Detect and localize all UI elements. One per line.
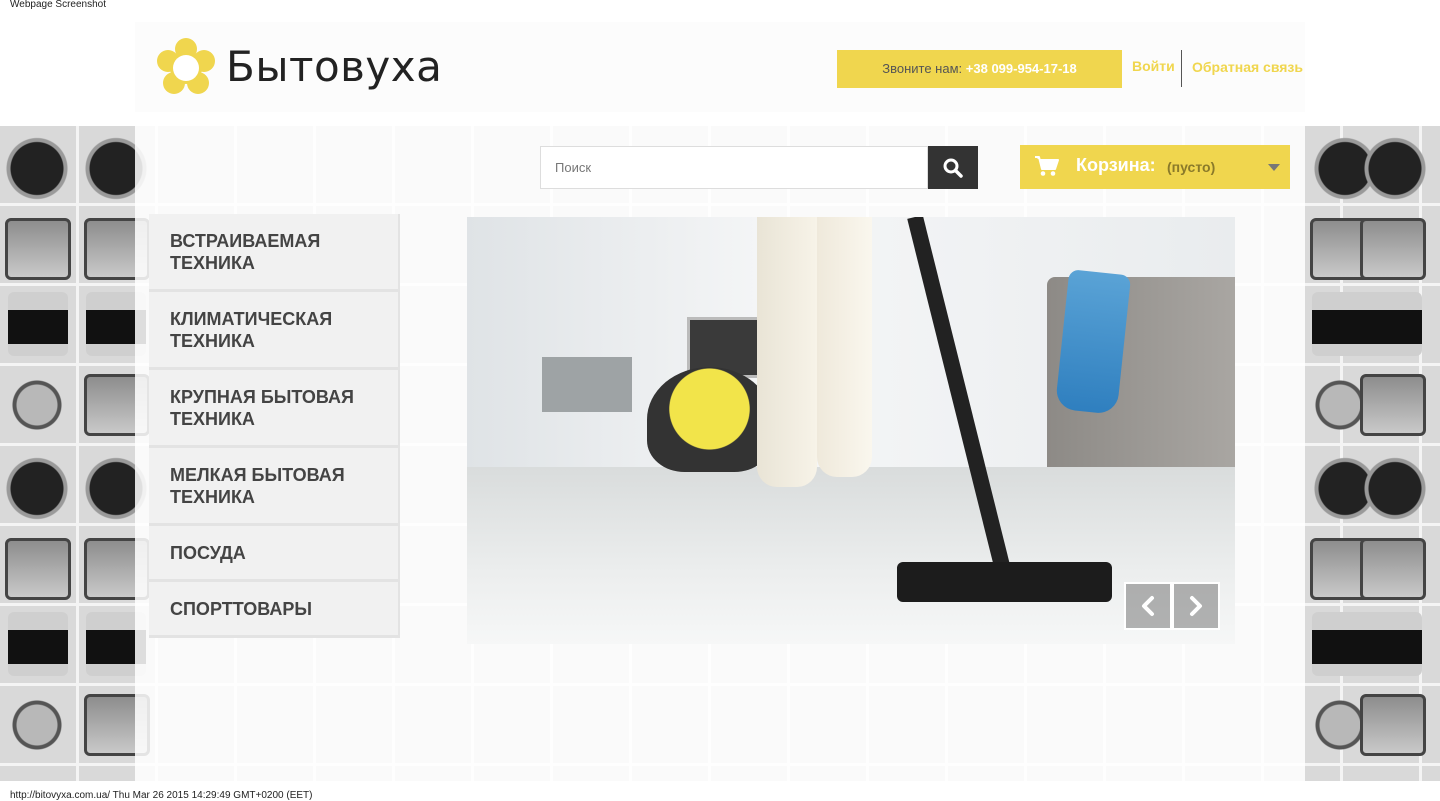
menu-item-sports[interactable]: Спорттовары [149, 582, 400, 638]
pan-image [2, 690, 72, 760]
hero-slider[interactable] [467, 217, 1235, 644]
category-menu: Встраиваемая техника Климатическая техника… [149, 214, 400, 638]
search-icon [943, 158, 963, 178]
menu-item-label: Мелкая бытовая [170, 464, 345, 485]
cart-label: Корзина: [1076, 155, 1156, 175]
phone-banner: Звоните нам: +38 099-954-17-18 [837, 50, 1122, 88]
menu-item-label: техника [170, 330, 255, 351]
microwave-image [1360, 218, 1426, 280]
menu-item-climate[interactable]: Климатическая техника [149, 292, 400, 370]
cart-button[interactable]: Корзина: (пусто) [1020, 145, 1290, 189]
logo-text[interactable]: Бытовуха [226, 40, 442, 94]
slide-person [757, 217, 817, 487]
menu-item-label: Встраиваемая [170, 230, 321, 251]
phone-label: Звоните нам: [882, 61, 963, 76]
menu-item-dishes[interactable]: Посуда [149, 526, 400, 582]
menu-item-label: техника [170, 408, 255, 429]
menu-item-label: Климатическая [170, 308, 333, 329]
slide-floor [467, 467, 1235, 644]
kettle-image [2, 450, 72, 520]
microwave-image [1360, 538, 1426, 600]
pan-image [2, 370, 72, 440]
search-button[interactable] [928, 146, 978, 189]
menu-item-label: Спорттовары [170, 598, 312, 619]
menu-item-label: Крупная бытовая [170, 386, 354, 407]
oven-image [1362, 292, 1422, 356]
feedback-link[interactable]: Обратная связь [1192, 59, 1303, 75]
toaster-image [5, 538, 71, 600]
login-link[interactable]: Войти [1132, 58, 1175, 74]
slider-next-button[interactable] [1172, 582, 1220, 630]
stove-image [8, 292, 68, 356]
kettle-image [2, 130, 72, 200]
menu-item-label: Посуда [170, 542, 246, 563]
sink-image [1360, 694, 1426, 756]
screenshot-footer: http://bitovyxa.com.ua/ Thu Mar 26 2015 … [10, 790, 313, 801]
logo-flower-icon[interactable] [155, 37, 217, 99]
slide-person [817, 217, 872, 477]
chevron-left-icon [1142, 596, 1154, 616]
stove-image [8, 612, 68, 676]
phone-number[interactable]: +38 099-954-17-18 [966, 61, 1077, 76]
slider-prev-button[interactable] [1124, 582, 1172, 630]
menu-item-small-appliances[interactable]: Мелкая бытовая техника [149, 448, 400, 526]
menu-item-label: техника [170, 486, 255, 507]
chevron-down-icon[interactable] [1268, 164, 1280, 171]
chevron-right-icon [1190, 596, 1202, 616]
menu-item-large-appliances[interactable]: Крупная бытовая техника [149, 370, 400, 448]
slide-vacuum-head [897, 562, 1112, 602]
search-input[interactable] [540, 146, 928, 189]
slide-table [542, 357, 632, 412]
menu-item-label: техника [170, 252, 255, 273]
header-divider [1181, 50, 1182, 87]
oven-image [1362, 612, 1422, 676]
kettle-image [1360, 130, 1430, 200]
cart-status: (пусто) [1167, 159, 1216, 175]
screenshot-title: Webpage Screenshot [10, 0, 106, 10]
cart-icon [1035, 156, 1059, 176]
menu-item-built-in[interactable]: Встраиваемая техника [149, 214, 400, 292]
toaster-image [5, 218, 71, 280]
sink-image [1360, 374, 1426, 436]
slide-vacuum-cleaner [647, 367, 772, 472]
kettle-image [1360, 450, 1430, 520]
